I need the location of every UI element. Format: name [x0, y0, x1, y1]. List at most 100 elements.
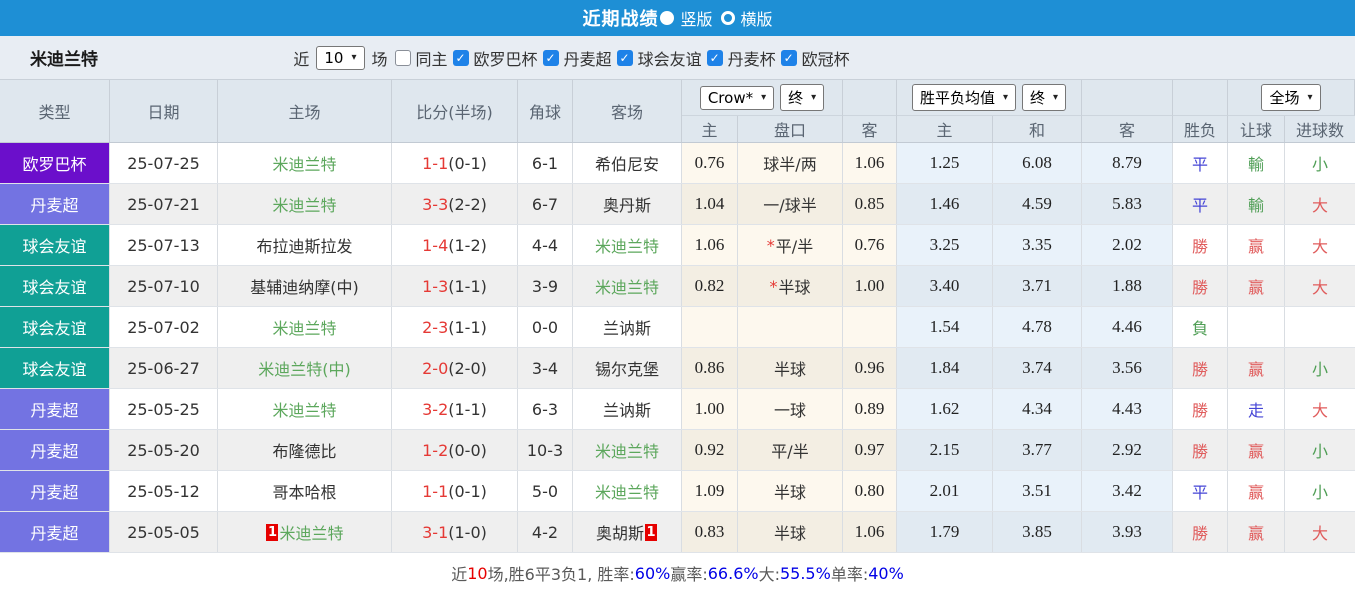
handicap-select-group: Crow* ▾ 终 ▾ — [682, 80, 843, 116]
radio-icon[interactable] — [720, 11, 735, 25]
away-team: 米迪兰特 — [573, 430, 682, 470]
page-title: 近期战绩 — [582, 9, 659, 30]
layout-radio-selected[interactable]: 竖版 — [660, 6, 713, 30]
handicap-time-select[interactable]: 终 ▾ — [780, 84, 825, 111]
chevron-down-icon: ▾ — [351, 52, 357, 63]
corner-count: 3-4 — [518, 348, 573, 388]
checkbox-checked[interactable]: ✓ — [452, 49, 469, 66]
summary-segment: 单率: — [830, 565, 869, 584]
handicap-away-odds — [843, 307, 897, 347]
scope-select[interactable]: 全场 ▾ — [1261, 84, 1321, 111]
radio-icon[interactable] — [660, 11, 675, 25]
checkbox-checked[interactable]: ✓ — [616, 49, 633, 66]
table-row: 球会友谊 25-06-27 米迪兰特(中) 2-0 (2-0) 3-4 锡尔克堡 0.86 半球… — [0, 348, 1355, 389]
games-label: 场 — [371, 49, 388, 69]
col-header-date: 日期 — [110, 80, 218, 142]
handicap-line-text: 半球 — [773, 360, 806, 379]
bookmaker-select[interactable]: Crow* ▾ — [699, 85, 775, 110]
odds-home: 1.62 — [897, 389, 993, 429]
odds-average-value: 胜平负均值 — [919, 89, 995, 107]
away-team-name: 米迪兰特 — [594, 483, 659, 502]
odds-away: 1.88 — [1082, 266, 1173, 306]
halftime-score: (0-0) — [448, 440, 487, 460]
result-wdl: 勝 — [1173, 512, 1228, 552]
header-spacer — [1082, 80, 1173, 116]
checkbox-checked[interactable]: ✓ — [780, 49, 797, 66]
star-mark: * — [769, 276, 778, 296]
away-team: 奥丹斯 — [573, 184, 682, 224]
result-goals: 大 — [1285, 389, 1355, 429]
halftime-score: (1-1) — [448, 317, 487, 337]
subheader-odds-home: 主 — [897, 116, 993, 142]
fulltime-score: 1-2 — [422, 440, 449, 460]
away-team-name: 希伯尼安 — [594, 155, 659, 174]
handicap-home-odds: 1.09 — [682, 471, 738, 511]
score-halftime: 1-1 (0-1) — [392, 471, 518, 511]
summary-segment: 场,胜6平3负1, 胜率: — [487, 565, 635, 584]
handicap-line-text: 平/半 — [775, 237, 814, 256]
handicap-line: 半球 — [738, 512, 843, 552]
result-goals: 大 — [1285, 512, 1355, 552]
match-date: 25-07-25 — [110, 143, 218, 183]
handicap-home-odds: 0.92 — [682, 430, 738, 470]
corner-count: 4-4 — [518, 225, 573, 265]
home-team: 1 米迪兰特 — [218, 512, 392, 552]
checkbox-checked[interactable]: ✓ — [706, 49, 723, 66]
odds-away: 2.92 — [1082, 430, 1173, 470]
col-header-type: 类型 — [0, 80, 110, 142]
handicap-line: * 半球 — [738, 266, 843, 306]
odds-average-select[interactable]: 胜平负均值 ▾ — [911, 84, 1016, 111]
odds-draw: 3.71 — [993, 266, 1082, 306]
fulltime-score: 3-2 — [422, 399, 449, 419]
odds-time-select[interactable]: 终 ▾ — [1022, 84, 1067, 111]
handicap-away-odds: 0.85 — [843, 184, 897, 224]
checkbox-label: 丹麦杯 — [727, 49, 776, 69]
handicap-line-text: 一/球半 — [763, 196, 817, 215]
home-team: 米迪兰特 — [218, 389, 392, 429]
filter-check-item: ✓ 欧罗巴杯 — [452, 46, 541, 70]
home-team: 布拉迪斯拉发 — [218, 225, 392, 265]
match-count-select[interactable]: 10 ▾ — [316, 45, 365, 70]
checkbox-unchecked[interactable] — [394, 49, 411, 66]
score-halftime: 1-4 (1-2) — [392, 225, 518, 265]
handicap-line: 平/半 — [738, 430, 843, 470]
recent-results-panel: 近期战绩 竖版 横版 米迪兰特 近 10 ▾ 场 同主 ✓ 欧罗巴杯 ✓ 丹麦超 ✓ 球会友谊… — [0, 0, 1355, 592]
away-team: 米迪兰特 — [573, 225, 682, 265]
filter-check-item: ✓ 欧冠杯 — [780, 46, 853, 70]
handicap-away-odds: 0.80 — [843, 471, 897, 511]
odds-away: 5.83 — [1082, 184, 1173, 224]
table-row: 丹麦超 25-05-20 布隆德比 1-2 (0-0) 10-3 米迪兰特 0.92 平/半 0.… — [0, 430, 1355, 471]
away-team: 希伯尼安 — [573, 143, 682, 183]
away-team-name: 米迪兰特 — [594, 237, 659, 256]
table-header: 类型 日期 主场 比分(半场) 角球 客场 Crow* ▾ 终 ▾ 胜平负均值 … — [0, 80, 1355, 143]
handicap-away-odds: 0.96 — [843, 348, 897, 388]
layout-radio-option[interactable]: 横版 — [720, 6, 773, 30]
checkbox-checked[interactable]: ✓ — [542, 49, 559, 66]
col-header-score: 比分(半场) — [392, 80, 518, 142]
summary-segment: 55.5% — [779, 563, 831, 583]
team-name: 米迪兰特 — [30, 50, 98, 70]
score-halftime: 2-3 (1-1) — [392, 307, 518, 347]
odds-home: 1.84 — [897, 348, 993, 388]
subheader-handicap-home: 主 — [682, 116, 738, 142]
corner-count: 0-0 — [518, 307, 573, 347]
summary-segment: 近 — [451, 565, 468, 584]
odds-home: 1.54 — [897, 307, 993, 347]
summary-segment: 赢率: — [670, 565, 708, 584]
away-team: 锡尔克堡 — [573, 348, 682, 388]
odds-away: 2.02 — [1082, 225, 1173, 265]
halftime-score: (0-1) — [448, 481, 487, 501]
table-body: 欧罗巴杯 25-07-25 米迪兰特 1-1 (0-1) 6-1 希伯尼安 0.76 球半/两 1… — [0, 143, 1355, 553]
handicap-line: * 平/半 — [738, 225, 843, 265]
result-handicap — [1228, 307, 1285, 347]
away-team: 米迪兰特 — [573, 471, 682, 511]
halftime-score: (1-0) — [448, 522, 487, 542]
league-type-badge: 球会友谊 — [0, 307, 110, 347]
away-team: 米迪兰特 — [573, 266, 682, 306]
home-team-name: 米迪兰特(中) — [258, 360, 351, 379]
fulltime-score: 1-1 — [422, 481, 449, 501]
handicap-line-text: 球半/两 — [763, 155, 817, 174]
home-team-name: 布拉迪斯拉发 — [256, 237, 353, 256]
handicap-away-odds: 1.00 — [843, 266, 897, 306]
result-goals: 小 — [1285, 348, 1355, 388]
